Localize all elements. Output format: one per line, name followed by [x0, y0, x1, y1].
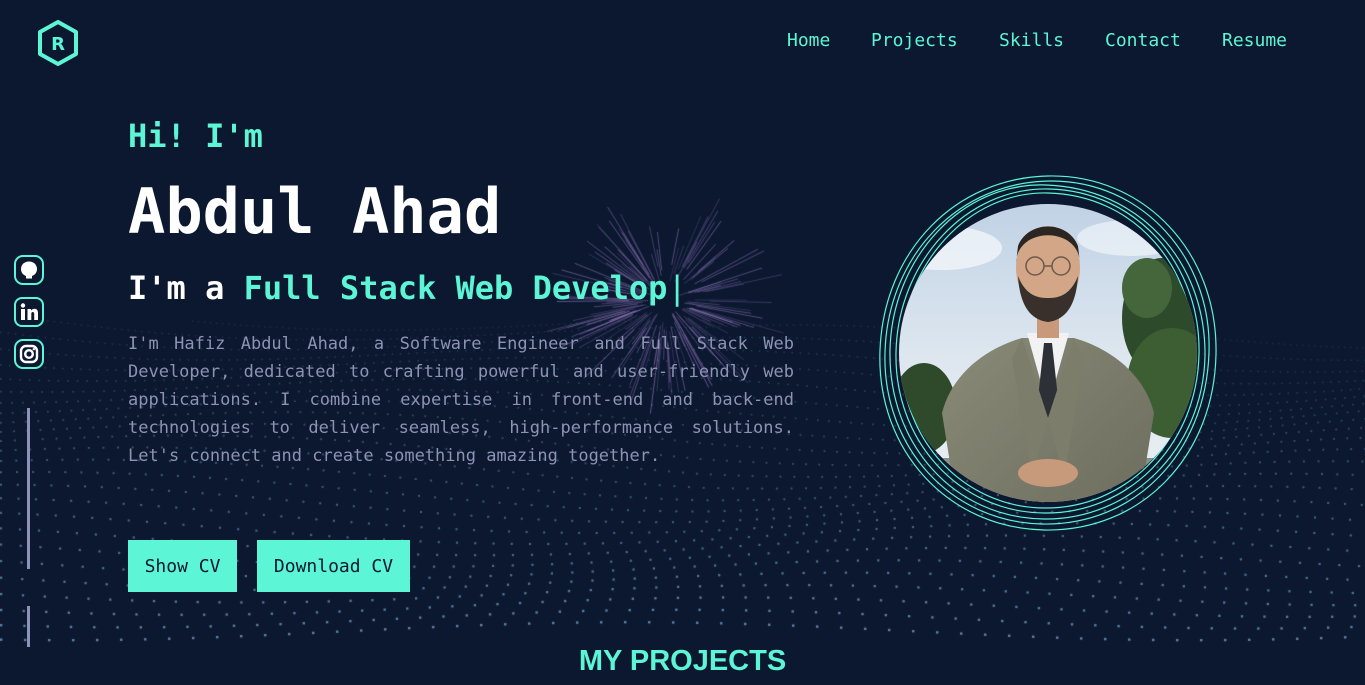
hero-name: Abdul Ahad [128, 175, 502, 248]
hero-section: Hi! I'm Abdul Ahad I'm a Full Stack Web … [128, 112, 798, 470]
site-logo[interactable]: R [37, 20, 79, 66]
role-prefix: I'm a [128, 269, 225, 307]
greeting: Hi! I'm [128, 117, 263, 155]
nav-skills[interactable]: Skills [999, 30, 1064, 51]
nav-resume[interactable]: Resume [1222, 30, 1287, 51]
logo-letter: R [51, 34, 65, 55]
scroll-line-lower [27, 606, 30, 647]
typing-cursor: | [667, 269, 687, 307]
nav-home[interactable]: Home [787, 30, 830, 51]
linkedin-icon[interactable] [14, 297, 44, 327]
projects-section-title: MY PROJECTS [578, 645, 787, 677]
nav-contact[interactable]: Contact [1105, 30, 1181, 51]
github-icon[interactable] [14, 255, 44, 285]
instagram-icon[interactable] [14, 339, 44, 369]
nav-projects[interactable]: Projects [871, 30, 958, 51]
role-line: I'm a Full Stack Web Develop| [128, 266, 798, 310]
portrait [899, 204, 1197, 502]
download-cv-button[interactable]: Download CV [257, 540, 410, 592]
hero-bio: I'm Hafiz Abdul Ahad, a Software Enginee… [128, 334, 794, 466]
scroll-line [27, 408, 30, 569]
show-cv-button[interactable]: Show CV [128, 540, 237, 592]
role-typed: Full Stack Web Develop [243, 269, 668, 307]
profile-photo [872, 168, 1224, 538]
